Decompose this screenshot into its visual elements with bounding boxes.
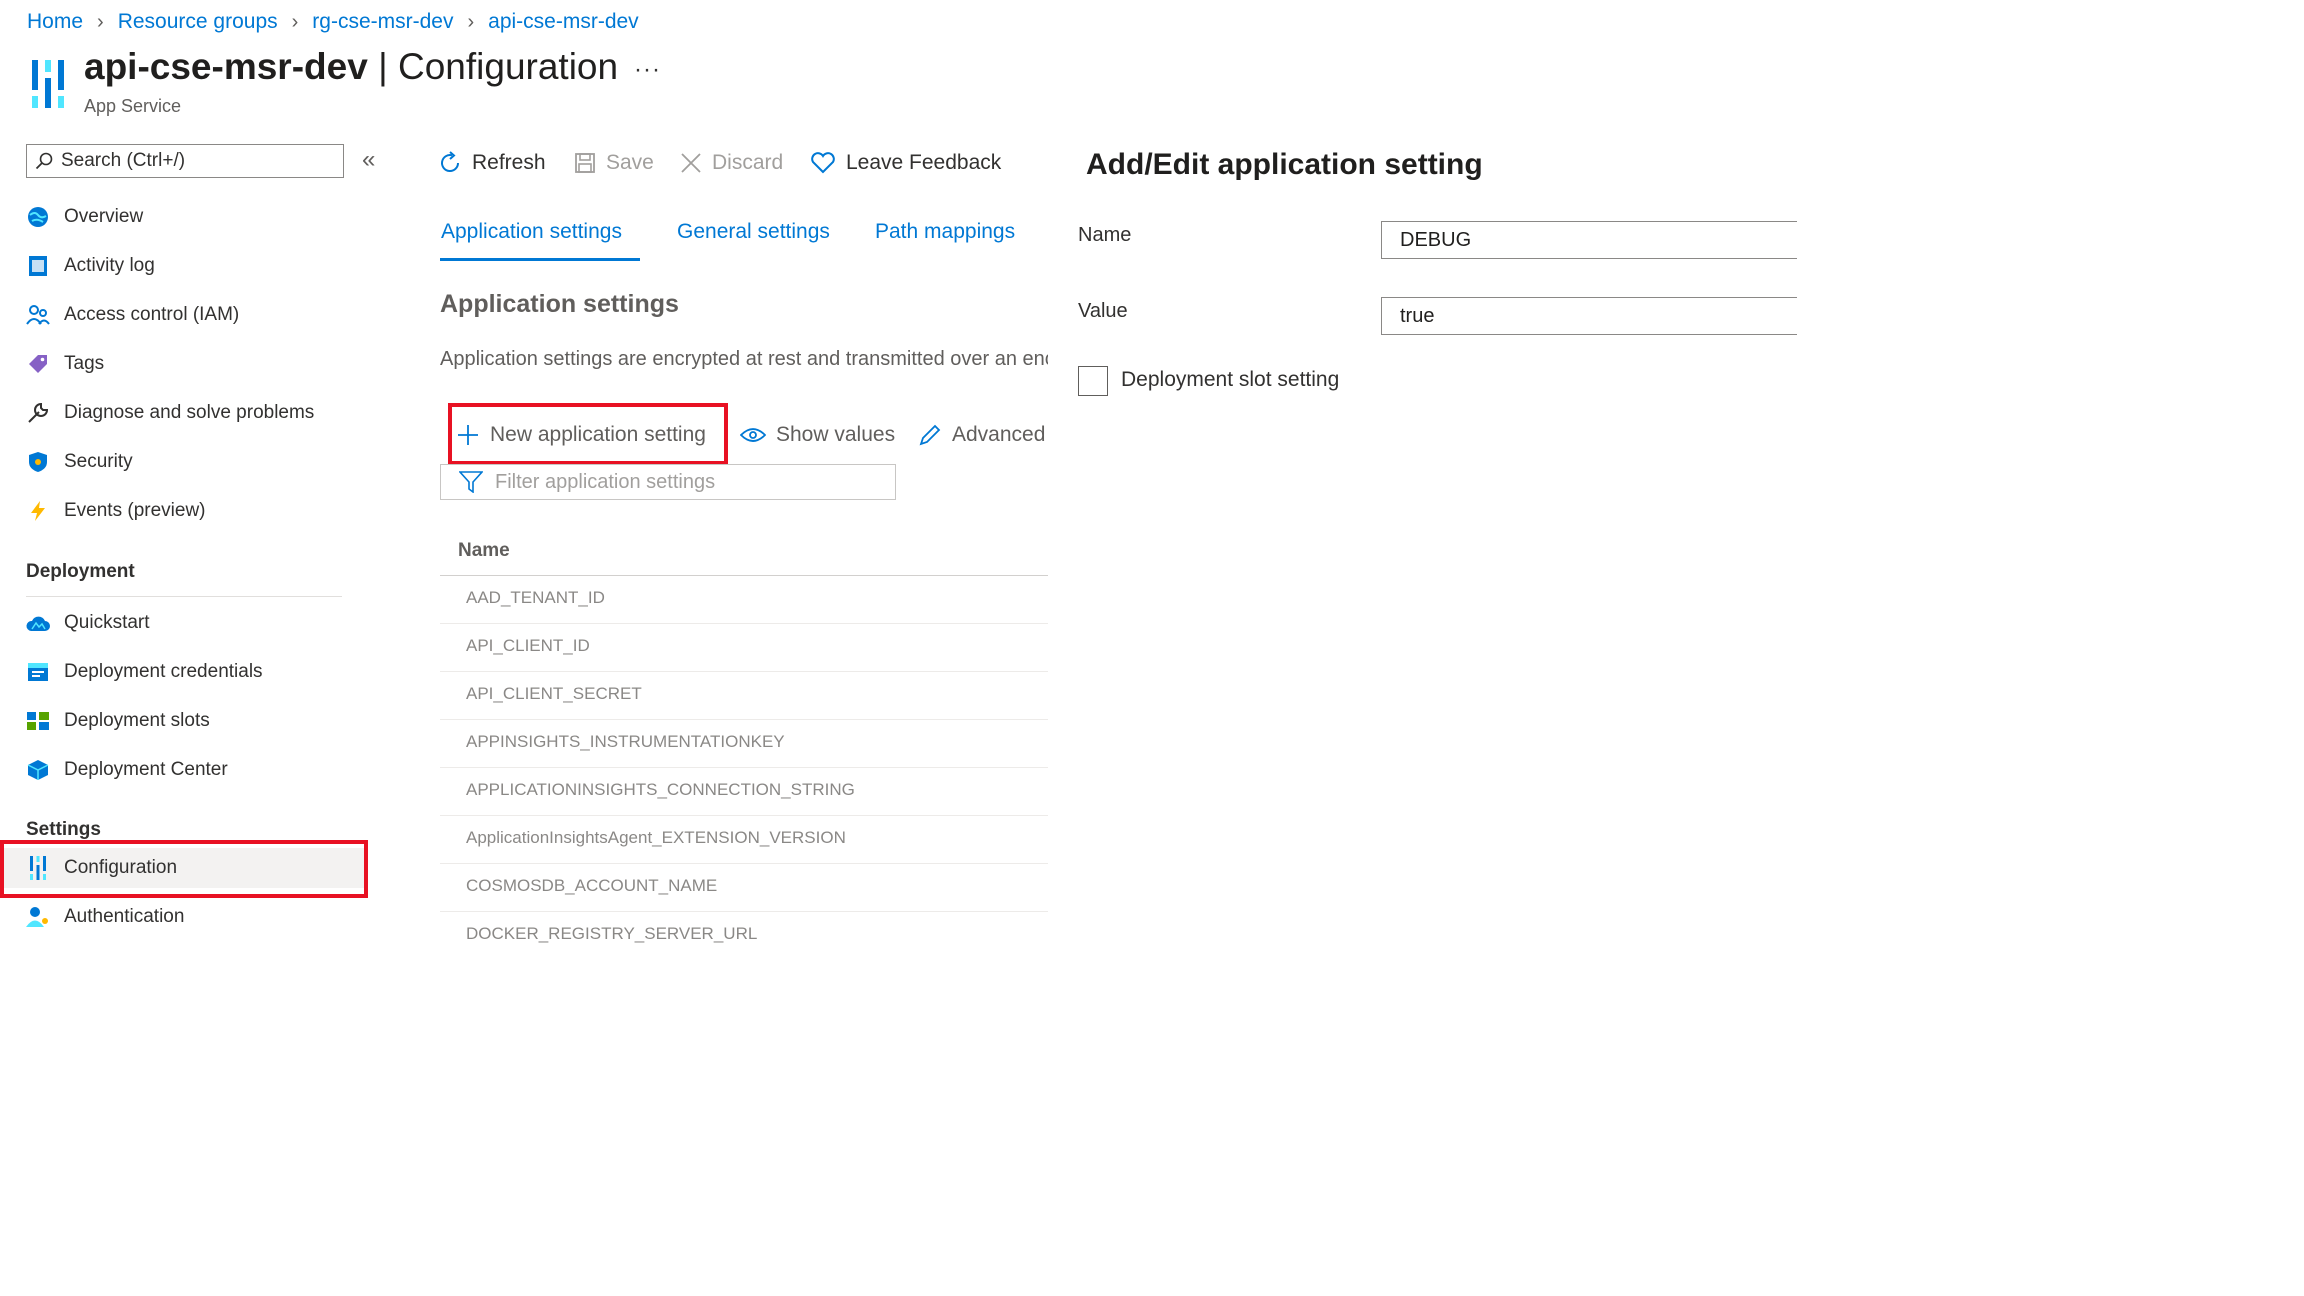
page-subtitle: App Service bbox=[84, 96, 182, 116]
configuration-icon bbox=[26, 856, 50, 880]
close-icon bbox=[680, 152, 702, 174]
nav-item-quickstart[interactable]: Quickstart bbox=[26, 603, 150, 643]
table-row[interactable]: API_CLIENT_SECRET bbox=[440, 672, 1048, 720]
active-tab-indicator bbox=[440, 258, 640, 261]
more-options-button[interactable]: ··· bbox=[634, 56, 661, 84]
filter-icon bbox=[459, 471, 483, 493]
heart-icon bbox=[810, 152, 836, 174]
credentials-icon bbox=[26, 660, 50, 684]
breadcrumb: Home › Resource groups › rg-cse-msr-dev … bbox=[27, 8, 639, 36]
advanced-edit-button[interactable]: Advanced edit bbox=[918, 418, 1048, 452]
pencil-icon bbox=[918, 423, 942, 447]
globe-icon bbox=[26, 205, 50, 229]
name-value: DEBUG bbox=[1400, 228, 1472, 251]
setting-name: AAD_TENANT_ID bbox=[466, 588, 605, 607]
value-label: Value bbox=[1078, 300, 1128, 322]
eye-icon bbox=[740, 426, 766, 444]
table-row[interactable]: AAD_TENANT_ID bbox=[440, 576, 1048, 624]
search-placeholder: Search (Ctrl+/) bbox=[61, 150, 186, 171]
setting-name: API_CLIENT_ID bbox=[466, 636, 590, 655]
nav-item-deployment-slots[interactable]: Deployment slots bbox=[26, 701, 210, 741]
leave-feedback-button[interactable]: Leave Feedback bbox=[810, 146, 1001, 180]
panel-title: Add/Edit application setting bbox=[1086, 148, 1483, 181]
save-button[interactable]: Save bbox=[574, 146, 654, 180]
setting-name: DOCKER_REGISTRY_SERVER_URL bbox=[466, 924, 758, 943]
nav-item-activity-log[interactable]: Activity log bbox=[26, 246, 155, 286]
page-title: api-cse-msr-dev | Configuration bbox=[84, 46, 618, 88]
section-title-deployment: Deployment bbox=[26, 561, 135, 582]
column-header-name[interactable]: Name bbox=[458, 540, 510, 562]
chevron-right-icon: › bbox=[291, 10, 299, 33]
section-title-settings: Settings bbox=[26, 819, 101, 840]
name-input[interactable]: DEBUG bbox=[1381, 221, 1797, 259]
lightning-icon bbox=[26, 499, 50, 523]
page-name: Configuration bbox=[397, 46, 619, 87]
nav-item-tags[interactable]: Tags bbox=[26, 344, 104, 384]
value-value: true bbox=[1400, 304, 1435, 327]
table-row[interactable]: APPINSIGHTS_INSTRUMENTATIONKEY bbox=[440, 720, 1048, 768]
filter-placeholder: Filter application settings bbox=[495, 470, 716, 493]
save-icon bbox=[574, 152, 596, 174]
nav-item-deployment-credentials[interactable]: Deployment credentials bbox=[26, 652, 263, 692]
table-row[interactable]: API_CLIENT_ID bbox=[440, 624, 1048, 672]
setting-name: APPINSIGHTS_INSTRUMENTATIONKEY bbox=[466, 732, 785, 751]
breadcrumb-resource-groups[interactable]: Resource groups bbox=[118, 10, 278, 34]
section-divider bbox=[26, 596, 342, 597]
wrench-icon bbox=[26, 401, 50, 425]
cube-icon bbox=[26, 758, 50, 782]
show-values-button[interactable]: Show values bbox=[740, 418, 895, 452]
value-input[interactable]: true bbox=[1381, 297, 1797, 335]
nav-item-authentication[interactable]: Authentication bbox=[26, 897, 184, 937]
section-heading: Application settings bbox=[440, 290, 679, 318]
breadcrumb-resource-group[interactable]: rg-cse-msr-dev bbox=[312, 10, 453, 34]
nav-item-configuration[interactable]: Configuration bbox=[0, 848, 366, 888]
nav-item-overview[interactable]: Overview bbox=[26, 197, 143, 237]
activity-log-icon bbox=[26, 254, 50, 278]
tab-path-mappings[interactable]: Path mappings bbox=[875, 220, 1015, 244]
nav-item-events[interactable]: Events (preview) bbox=[26, 491, 206, 531]
table-row[interactable]: DOCKER_REGISTRY_SERVER_URL bbox=[440, 912, 1048, 948]
filter-input[interactable]: Filter application settings bbox=[440, 464, 896, 500]
breadcrumb-app[interactable]: api-cse-msr-dev bbox=[488, 10, 639, 34]
name-label: Name bbox=[1078, 224, 1132, 246]
new-application-setting-button[interactable]: New application setting bbox=[456, 418, 706, 452]
user-key-icon bbox=[26, 905, 50, 929]
shield-icon bbox=[26, 450, 50, 474]
section-description: Application settings are encrypted at re… bbox=[440, 348, 1048, 370]
table-row[interactable]: COSMOSDB_ACCOUNT_NAME bbox=[440, 864, 1048, 912]
setting-name: COSMOSDB_ACCOUNT_NAME bbox=[466, 876, 718, 895]
setting-name: APPLICATIONINSIGHTS_CONNECTION_STRING bbox=[466, 780, 855, 799]
search-icon bbox=[35, 152, 53, 170]
setting-name: API_CLIENT_SECRET bbox=[466, 684, 642, 703]
slots-icon bbox=[26, 709, 50, 733]
collapse-menu-button[interactable]: « bbox=[362, 146, 375, 174]
configuration-icon bbox=[32, 60, 64, 108]
nav-item-deployment-center[interactable]: Deployment Center bbox=[26, 750, 228, 790]
title-separator: | bbox=[378, 46, 388, 87]
tab-application-settings[interactable]: Application settings bbox=[441, 220, 622, 244]
tab-general-settings[interactable]: General settings bbox=[677, 220, 830, 244]
nav-item-diagnose[interactable]: Diagnose and solve problems bbox=[26, 393, 314, 433]
refresh-icon bbox=[438, 151, 462, 175]
refresh-button[interactable]: Refresh bbox=[438, 146, 546, 180]
chevron-right-icon: › bbox=[97, 10, 104, 33]
resource-name: api-cse-msr-dev bbox=[84, 46, 368, 87]
table-row[interactable]: APPLICATIONINSIGHTS_CONNECTION_STRING bbox=[440, 768, 1048, 816]
search-input[interactable]: Search (Ctrl+/) bbox=[26, 144, 344, 178]
cloud-icon bbox=[26, 611, 50, 635]
nav-item-security[interactable]: Security bbox=[26, 442, 133, 482]
people-icon bbox=[26, 303, 50, 327]
plus-icon bbox=[456, 423, 480, 447]
tag-icon bbox=[26, 352, 50, 376]
deployment-slot-setting-checkbox[interactable] bbox=[1078, 366, 1108, 396]
table-row[interactable]: ApplicationInsightsAgent_EXTENSION_VERSI… bbox=[440, 816, 1048, 864]
deployment-slot-setting-label[interactable]: Deployment slot setting bbox=[1121, 368, 1339, 392]
chevron-right-icon: › bbox=[467, 10, 475, 33]
discard-button[interactable]: Discard bbox=[680, 146, 783, 180]
setting-name: ApplicationInsightsAgent_EXTENSION_VERSI… bbox=[466, 828, 846, 847]
nav-item-access-control[interactable]: Access control (IAM) bbox=[26, 295, 239, 335]
breadcrumb-home[interactable]: Home bbox=[27, 10, 83, 34]
